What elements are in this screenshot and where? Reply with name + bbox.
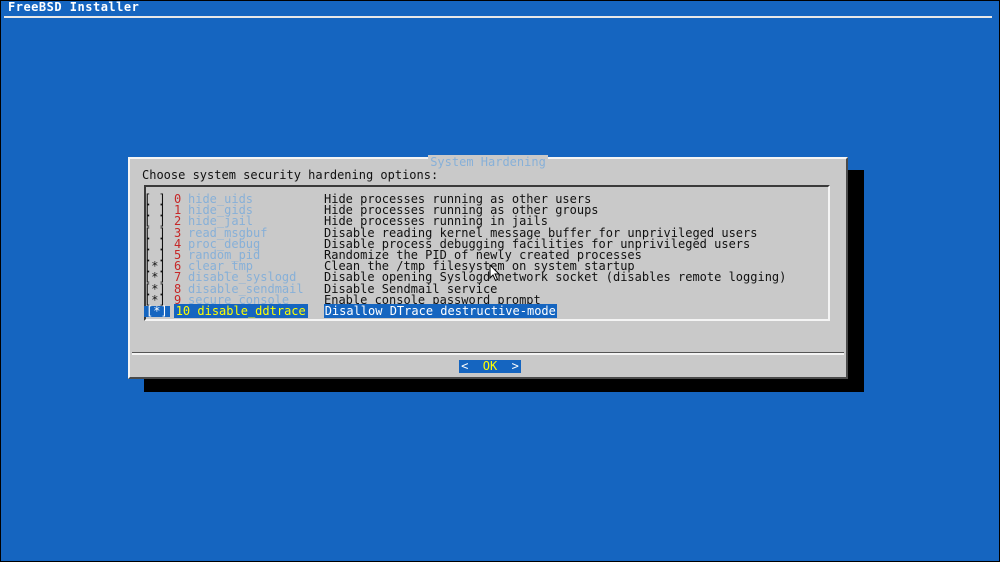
ok-left-bracket: < <box>461 359 469 373</box>
ok-button[interactable]: < OK > <box>459 360 521 373</box>
option-tag: 10 disable_ddtrace <box>173 304 310 318</box>
hardening-dialog: System Hardening Choose system security … <box>128 155 848 379</box>
option-number: 10 <box>175 304 191 318</box>
ok-right-bracket: > <box>511 359 519 373</box>
mouse-pointer-icon <box>489 264 501 282</box>
option-checkbox[interactable]: [*] <box>144 305 170 317</box>
option-row-disable-ddtrace[interactable]: [*] 10 disable_ddtrace Disallow DTrace des… <box>144 304 557 318</box>
installer-title: FreeBSD Installer <box>8 0 140 14</box>
dialog-title: System Hardening <box>428 155 548 169</box>
ok-label: OK <box>482 359 498 373</box>
option-description: Disallow DTrace destructive-mode <box>323 304 557 318</box>
dialog-prompt: Choose system security hardening options… <box>142 168 439 182</box>
option-name: disable_ddtrace <box>197 304 306 318</box>
button-separator <box>132 352 844 355</box>
title-separator <box>4 16 992 18</box>
